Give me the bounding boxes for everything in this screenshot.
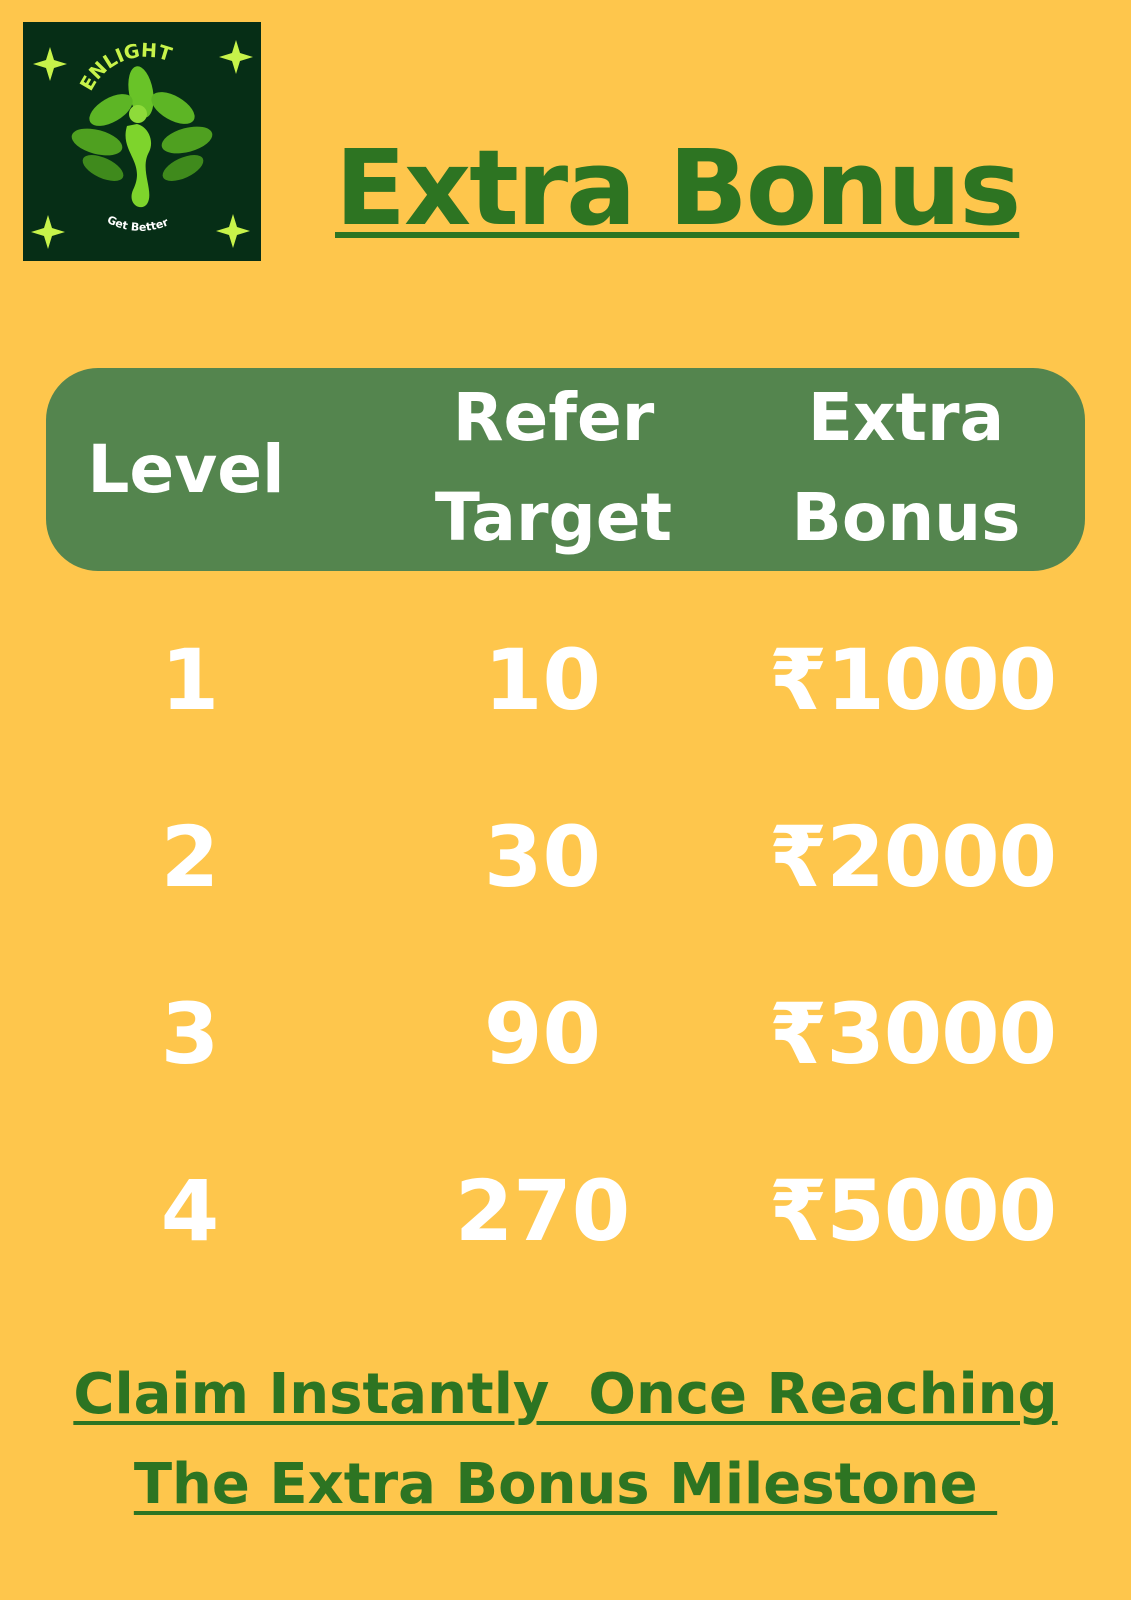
brand-logo: ENLIGHT Get Better [23, 22, 261, 261]
claim-note-line1: Claim Instantly Once Reaching [73, 1362, 1058, 1427]
logo-tagline: Get Better [105, 213, 171, 234]
table-header: Level Refer Target Extra Bonus [46, 368, 1085, 571]
cell-level: 4 [160, 1162, 220, 1260]
enlight-logo-graphic: ENLIGHT Get Better [31, 40, 253, 249]
logo-brand-text: ENLIGHT [76, 40, 174, 95]
cell-extra-bonus: ₹3000 [768, 985, 1057, 1083]
header-extra-bonus-line1: Extra [807, 379, 1005, 456]
header-extra-bonus: Extra Bonus [756, 368, 1056, 568]
cell-refer-target: 90 [484, 985, 601, 1083]
cell-refer-target: 30 [484, 808, 601, 906]
cell-level: 2 [160, 808, 220, 906]
page-title: Extra Bonus [335, 127, 1021, 249]
header-refer-target-line2: Target [434, 479, 673, 556]
cell-refer-target: 270 [454, 1162, 631, 1260]
header-level-label: Level [87, 431, 285, 508]
claim-note-line2: The Extra Bonus Milestone [133, 1452, 998, 1517]
cell-level: 1 [160, 631, 220, 729]
header-level: Level [46, 420, 326, 520]
header-refer-target: Refer Target [406, 368, 701, 568]
header-refer-target-line1: Refer [452, 379, 655, 456]
claim-note: Claim Instantly Once Reaching The Extra … [30, 1350, 1101, 1530]
cell-refer-target: 10 [484, 631, 601, 729]
cell-extra-bonus: ₹5000 [768, 1162, 1057, 1260]
cell-level: 3 [160, 985, 220, 1083]
cell-extra-bonus: ₹1000 [768, 631, 1057, 729]
cell-extra-bonus: ₹2000 [768, 808, 1057, 906]
header-extra-bonus-line2: Bonus [791, 479, 1021, 556]
